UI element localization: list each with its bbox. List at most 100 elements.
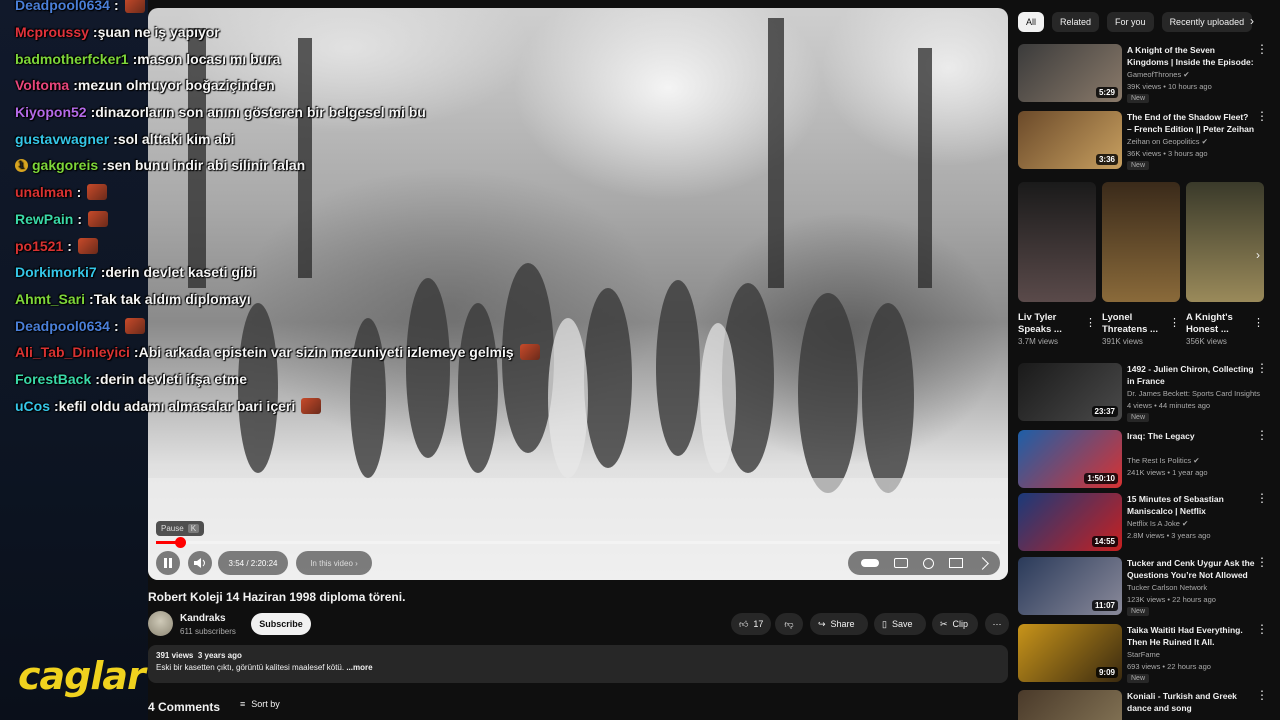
short-title[interactable]: Lyonel Threatens ...	[1102, 312, 1168, 336]
recommendation-channel[interactable]: Tucker Carlson Network	[1127, 583, 1207, 592]
recommendation-menu-icon[interactable]: ⋮	[1256, 362, 1268, 374]
recommendation-menu-icon[interactable]: ⋮	[1256, 110, 1268, 122]
autoplay-toggle-icon[interactable]	[861, 559, 880, 567]
recommendation-title[interactable]: A Knight of the Seven Kingdoms | Inside …	[1127, 44, 1255, 68]
short-menu-icon[interactable]: ⋮	[1169, 316, 1180, 329]
recommendation-thumbnail[interactable]: 3:36	[1018, 111, 1122, 169]
recommendation-menu-icon[interactable]: ⋮	[1256, 556, 1268, 568]
recommendation-menu-icon[interactable]: ⋮	[1256, 429, 1268, 441]
recommendation-channel[interactable]: Dr. James Beckett: Sports Card Insights	[1127, 389, 1260, 398]
chip-related[interactable]: Related	[1052, 12, 1100, 32]
channel-avatar[interactable]	[148, 611, 173, 636]
chat-text: dinazorların son anını gösteren bir belg…	[95, 104, 426, 121]
chip-recently-uploaded[interactable]: Recently uploaded	[1161, 12, 1253, 32]
recommendation-channel[interactable]: The Rest Is Politics ✔	[1127, 456, 1200, 465]
save-button[interactable]: ▯ Save	[874, 613, 926, 635]
chat-text: mezun olmuyor boğaziçinden	[77, 77, 275, 94]
subscribe-button[interactable]: Subscribe	[251, 613, 311, 635]
recommendation-item[interactable]: 9:09 Taika Waititi Had Everything. Then H…	[1018, 623, 1268, 686]
description-text: Eski bir kasetten çıktı, görüntü kalites…	[156, 663, 345, 672]
chips-next-icon[interactable]: ›	[1244, 14, 1260, 30]
share-button[interactable]: ↪ Share	[810, 613, 868, 635]
pause-button[interactable]	[156, 551, 180, 575]
recommendation-title[interactable]: The End of the Shadow Fleet? – French Ed…	[1127, 111, 1255, 135]
short-title[interactable]: A Knight's Honest ...	[1186, 312, 1252, 336]
recommendation-menu-icon[interactable]: ⋮	[1256, 492, 1268, 504]
chat-username: Deadpool0634	[15, 317, 110, 334]
recommendation-channel[interactable]: Zeihan on Geopolitics ✔	[1127, 137, 1208, 146]
short-thumbnail[interactable]	[1186, 182, 1264, 302]
sort-by-label: Sort by	[251, 699, 280, 709]
recommendation-title[interactable]: 1492 - Julien Chiron, Collecting in Fran…	[1127, 363, 1255, 387]
recommendation-title[interactable]: Iraq: The Legacy	[1127, 430, 1255, 442]
short-menu-icon[interactable]: ⋮	[1253, 316, 1264, 329]
sort-icon: ≡	[240, 699, 246, 709]
recommendation-item[interactable]: 23:37 1492 - Julien Chiron, Collecting in…	[1018, 362, 1268, 425]
short-thumbnail[interactable]	[1102, 182, 1180, 302]
recommendation-thumbnail[interactable]: 23:37	[1018, 363, 1122, 421]
chat-text: Tak tak aldım diplomayı	[93, 290, 251, 307]
recommendation-channel[interactable]: GameofThrones ✔	[1127, 70, 1190, 79]
short-item[interactable]: A Knight's Honest ... 356K views ⋮	[1186, 182, 1264, 346]
settings-gear-icon[interactable]	[922, 557, 934, 569]
short-thumbnail[interactable]	[1018, 182, 1096, 302]
more-link[interactable]: ...more	[346, 663, 372, 672]
like-button[interactable]: 👍︎ 17	[731, 613, 771, 635]
dislike-button[interactable]: 👎︎	[775, 613, 803, 635]
more-actions-button[interactable]: ⋯	[985, 613, 1009, 635]
recommendation-item[interactable]: 11:07 Tucker and Cenk Uygur Ask the Quest…	[1018, 556, 1268, 619]
chat-username: ForestBack	[15, 370, 92, 387]
recommendation-menu-icon[interactable]: ⋮	[1256, 43, 1268, 55]
recommendation-channel[interactable]: Netflix Is A Joke ✔	[1127, 519, 1188, 528]
recommendation-item[interactable]: 3:36 The End of the Shadow Fleet? – Frenc…	[1018, 110, 1268, 173]
chip-for-you[interactable]: For you	[1107, 12, 1154, 32]
recommendation-item[interactable]: Koniali - Turkish and Greek dance and so…	[1018, 689, 1268, 720]
chat-message: Ahmt_Sari: Tak tak aldım diplomayı	[0, 286, 700, 313]
chat-text: derin devleti ifşa etme	[99, 370, 247, 387]
recommendation-thumbnail[interactable]: 9:09	[1018, 624, 1122, 682]
recommendation-title[interactable]: Tucker and Cenk Uygur Ask the Questions …	[1127, 557, 1255, 581]
sort-by-button[interactable]: ≡ Sort by	[240, 699, 280, 709]
short-title[interactable]: Liv Tyler Speaks ...	[1018, 312, 1084, 336]
chat-username: Mcproussy	[15, 24, 89, 41]
miniplayer-icon[interactable]	[948, 558, 963, 568]
progress-bar[interactable]	[156, 537, 1000, 548]
duration-badge: 3:36	[1095, 154, 1118, 165]
chip-all[interactable]: All	[1018, 12, 1045, 32]
shorts-shelf: Liv Tyler Speaks ... 3.7M views ⋮ Lyonel Th…	[1018, 182, 1268, 352]
recommendation-thumbnail[interactable]: 14:55	[1018, 493, 1122, 551]
recommendation-item[interactable]: 1:50:10 Iraq: The Legacy The Rest Is Polit…	[1018, 429, 1268, 492]
short-views: 356K views	[1186, 337, 1227, 346]
recommendation-title[interactable]: Taika Waititi Had Everything. Then He Ru…	[1127, 624, 1255, 648]
chat-overlay: Deadpool0634: Mcproussy: şuan ne iş yapı…	[0, 0, 700, 419]
clip-button[interactable]: ✂ Clip	[932, 613, 978, 635]
recommendation-thumbnail[interactable]: 11:07	[1018, 557, 1122, 615]
recommendation-channel[interactable]: StarFame	[1127, 650, 1160, 659]
recommendation-thumbnail[interactable]: 1:50:10	[1018, 430, 1122, 488]
chat-message: uCos: kefil oldu adamı almasalar bari iç…	[0, 392, 700, 419]
chat-separator: :	[77, 210, 83, 227]
shorts-next-icon[interactable]: ›	[1256, 248, 1260, 262]
recommendation-item[interactable]: 14:55 15 Minutes of Sebastian Maniscalco …	[1018, 492, 1268, 555]
channel-name[interactable]: Kandraks	[180, 613, 226, 624]
recommendation-menu-icon[interactable]: ⋮	[1256, 623, 1268, 635]
chat-emote-icon	[88, 210, 109, 227]
recommendation-title[interactable]: 15 Minutes of Sebastian Maniscalco | Net…	[1127, 493, 1255, 517]
fullscreen-icon[interactable]	[975, 556, 989, 570]
short-menu-icon[interactable]: ⋮	[1085, 316, 1096, 329]
chat-separator: :	[76, 184, 82, 201]
scissors-icon: ✂	[940, 618, 948, 629]
recommendation-menu-icon[interactable]: ⋮	[1256, 689, 1268, 701]
description-box[interactable]: 391 views 3 years ago Eski bir kasetten …	[148, 645, 1008, 683]
in-this-video-button[interactable]: In this video ›	[296, 551, 372, 575]
volume-button[interactable]	[188, 551, 212, 575]
captions-icon[interactable]	[894, 558, 909, 568]
recommendation-title[interactable]: Koniali - Turkish and Greek dance and so…	[1127, 690, 1255, 714]
recommendation-thumbnail[interactable]: 5:29	[1018, 44, 1122, 102]
recommendation-thumbnail[interactable]	[1018, 690, 1122, 720]
recommendation-item[interactable]: 5:29 A Knight of the Seven Kingdoms | Ins…	[1018, 43, 1268, 106]
short-item[interactable]: Lyonel Threatens ... 391K views ⋮	[1102, 182, 1180, 346]
progress-scrubber[interactable]	[174, 537, 186, 548]
chat-text: mason locası mı bura	[137, 50, 281, 67]
short-item[interactable]: Liv Tyler Speaks ... 3.7M views ⋮	[1018, 182, 1096, 346]
